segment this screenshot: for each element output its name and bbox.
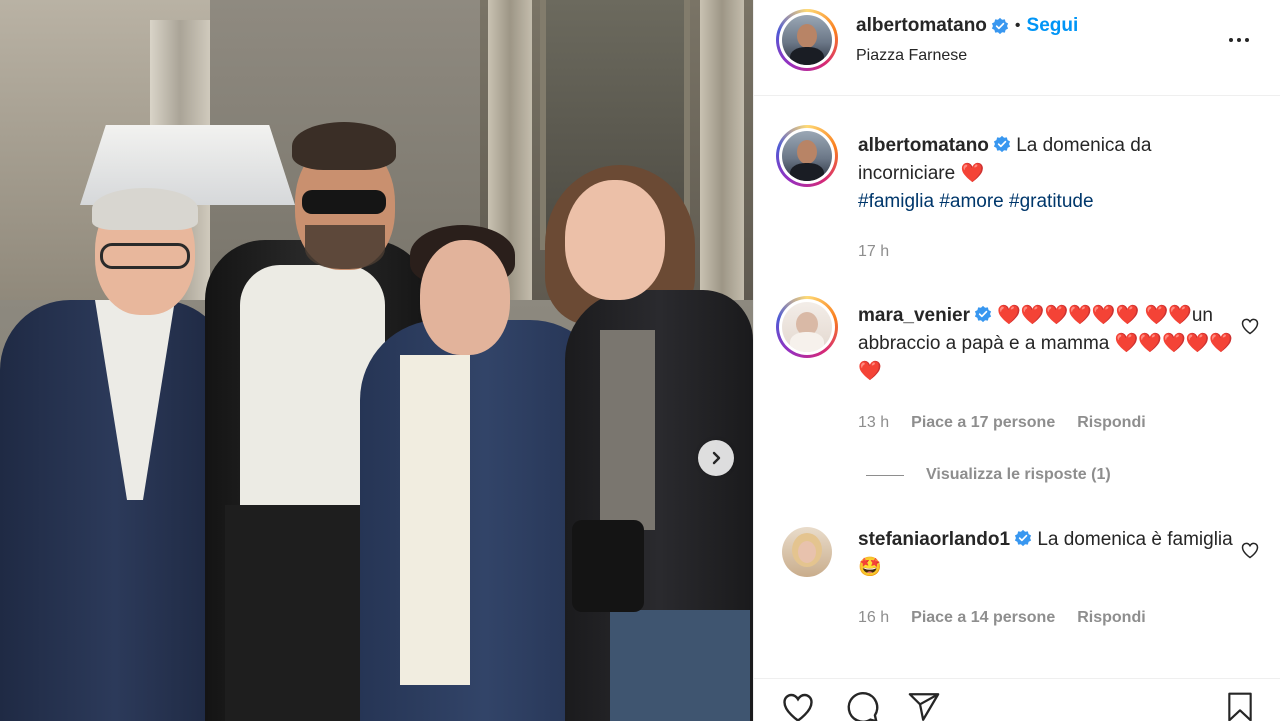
- save-button[interactable]: [1220, 687, 1260, 721]
- comment-text: La domenica è famiglia: [1037, 529, 1233, 550]
- person-3-sweater: [400, 355, 470, 685]
- follow-button[interactable]: Segui: [1027, 15, 1079, 37]
- caption-timestamp[interactable]: 17 h: [858, 243, 889, 261]
- comment-button[interactable]: [842, 687, 882, 721]
- person-2-sunglasses: [302, 190, 386, 214]
- person-4-jeans: [610, 610, 750, 721]
- person-3-face: [420, 240, 510, 355]
- person-1-glasses: [100, 243, 190, 269]
- bookmark-icon: [1228, 692, 1252, 721]
- comment-author-username[interactable]: stefaniaorlando1: [858, 529, 1010, 550]
- comment-author-username[interactable]: mara_venier: [858, 305, 970, 326]
- reply-button[interactable]: Rispondi: [1077, 414, 1145, 432]
- person-4-sweater: [600, 330, 655, 530]
- caption: albertomatano La domenica da incorniciar…: [858, 132, 1238, 216]
- share-button[interactable]: [904, 687, 944, 721]
- post-action-bar: [754, 678, 1280, 721]
- comment-avatar[interactable]: [782, 527, 832, 577]
- comment-avatar[interactable]: [776, 296, 838, 358]
- comment-icon: [847, 691, 879, 721]
- hashtag-link[interactable]: #amore: [939, 191, 1003, 212]
- caption-avatar-image: [782, 131, 832, 181]
- comment-timestamp[interactable]: 16 h: [858, 609, 889, 627]
- comment-avatar-image: [782, 302, 832, 352]
- comment: stefaniaorlando1 La domenica è famiglia …: [858, 526, 1233, 582]
- comment: mara_venier ❤️❤️❤️❤️❤️❤️ ❤️❤️un abbracci…: [858, 302, 1233, 386]
- verified-badge-icon: [993, 135, 1011, 153]
- heart-icon: [783, 693, 813, 721]
- comment-emoji: ❤️❤️❤️❤️❤️❤️: [997, 305, 1140, 326]
- caption-meta: 17 h: [858, 243, 889, 261]
- background-column: [700, 0, 744, 310]
- comment-meta: 16 h Piace a 14 persone Rispondi: [858, 609, 1146, 627]
- verified-badge-icon: [1014, 529, 1032, 547]
- separator-dot: •: [1014, 17, 1021, 34]
- caption-emoji: ❤️: [960, 163, 985, 184]
- comment-likes-count[interactable]: Piace a 17 persone: [911, 414, 1055, 432]
- reply-button[interactable]: Rispondi: [1077, 609, 1145, 627]
- verified-badge-icon: [991, 17, 1009, 35]
- person-4-face: [565, 180, 665, 300]
- person-1-hair: [92, 188, 198, 230]
- chevron-right-icon: [712, 451, 721, 465]
- comment-likes-count[interactable]: Piace a 14 persone: [911, 609, 1055, 627]
- more-options-icon-dot: [1237, 38, 1241, 42]
- person-2-beard: [305, 225, 385, 269]
- comment-meta: 13 h Piace a 17 persone Rispondi: [858, 414, 1146, 432]
- replies-divider-line: [866, 474, 904, 476]
- view-replies-button[interactable]: Visualizza le risposte (1): [866, 466, 1111, 484]
- view-replies-label: Visualizza le risposte (1): [926, 466, 1111, 483]
- next-photo-button[interactable]: [698, 440, 734, 476]
- comment-emoji: 🤩: [858, 557, 882, 578]
- more-options-button[interactable]: [1224, 28, 1254, 52]
- post-photo: [0, 0, 753, 721]
- like-button[interactable]: [778, 687, 818, 721]
- comment-like-heart-icon[interactable]: [1240, 316, 1260, 336]
- share-icon: [908, 693, 940, 721]
- author-avatar[interactable]: [776, 9, 838, 71]
- post-header: albertomatano • Segui Piazza Farnese: [754, 0, 1280, 96]
- header-author-row: albertomatano • Segui: [856, 15, 1078, 37]
- post-side-panel: albertomatano • Segui Piazza Farnese alb…: [753, 0, 1280, 721]
- comment-like-heart-icon[interactable]: [1240, 540, 1260, 560]
- post-location[interactable]: Piazza Farnese: [856, 47, 967, 65]
- verified-badge-icon: [974, 305, 992, 323]
- person-2-hair: [292, 122, 396, 170]
- hashtag-link[interactable]: #famiglia: [858, 191, 934, 212]
- comment-emoji: ❤️❤️: [1144, 305, 1192, 326]
- caption-author-avatar[interactable]: [776, 125, 838, 187]
- more-options-icon-dot: [1245, 38, 1249, 42]
- more-options-icon: [1229, 38, 1233, 42]
- author-username[interactable]: albertomatano: [856, 15, 987, 37]
- caption-author-username[interactable]: albertomatano: [858, 135, 989, 156]
- comment-timestamp[interactable]: 13 h: [858, 414, 889, 432]
- comment-avatar-image: [782, 527, 832, 577]
- author-avatar-image: [782, 15, 832, 65]
- hashtag-link[interactable]: #gratitude: [1009, 191, 1094, 212]
- person-4-bag: [572, 520, 644, 612]
